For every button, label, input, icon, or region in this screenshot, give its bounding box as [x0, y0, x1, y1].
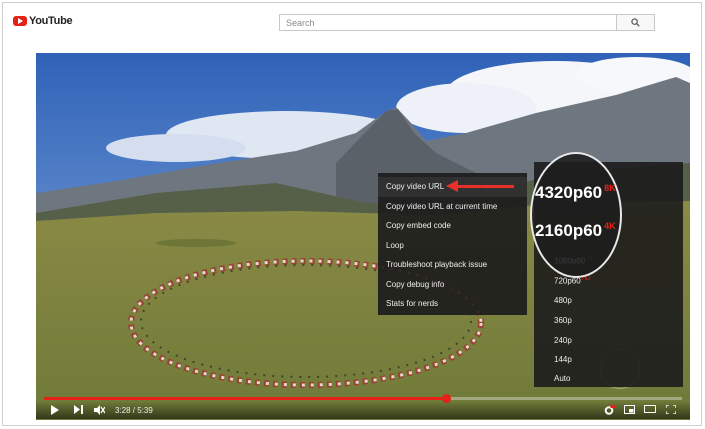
settings-button[interactable]: [603, 405, 615, 416]
menu-item-stats-for-nerds[interactable]: Stats for nerds: [378, 294, 527, 314]
quality-label: 480p: [554, 296, 572, 305]
search-icon: [631, 18, 640, 27]
quality-label: 240p: [554, 336, 572, 345]
fullscreen-button[interactable]: [666, 405, 676, 414]
menu-item-loop[interactable]: Loop: [378, 236, 527, 256]
quality-option[interactable]: 144p: [554, 355, 572, 364]
quality-option[interactable]: 480p: [554, 296, 572, 305]
next-button[interactable]: [74, 405, 83, 414]
quality-option[interactable]: Auto: [554, 374, 570, 383]
time-display: 3:28 / 5:39: [115, 406, 153, 415]
progress-bar[interactable]: [44, 394, 682, 403]
quality-label: 360p: [554, 316, 572, 325]
search-button[interactable]: [617, 14, 655, 31]
play-button[interactable]: [50, 405, 59, 415]
play-logo-icon: [13, 16, 27, 26]
browser-frame: YouTube Search 3:28 / 5:39 Copy video UR…: [2, 2, 702, 426]
logo-text: YouTube: [29, 15, 73, 27]
quality-badge: 8K: [604, 183, 616, 194]
progress-played: [44, 397, 446, 400]
menu-item-copy-debug-info[interactable]: Copy debug info: [378, 275, 527, 295]
quality-label: Auto: [554, 374, 571, 383]
menu-item-troubleshoot[interactable]: Troubleshoot playback issue: [378, 255, 527, 275]
mute-button[interactable]: [94, 405, 105, 415]
quality-label: 144p: [554, 355, 572, 364]
annotation-arrow-head: [446, 180, 458, 192]
menu-item-copy-url-at-time[interactable]: Copy video URL at current time: [378, 197, 527, 217]
magnifier-lens: [530, 152, 622, 278]
next-icon: [74, 405, 83, 414]
quality-option-zoom[interactable]: 2160p60 4K: [535, 221, 616, 241]
quality-option[interactable]: 360p: [554, 316, 572, 325]
quality-option[interactable]: 240p: [554, 336, 572, 345]
youtube-logo[interactable]: YouTube: [13, 15, 73, 27]
theater-mode-button[interactable]: [644, 405, 656, 413]
annotation-arrow-shaft: [456, 185, 514, 188]
volume-muted-icon: [94, 405, 105, 415]
player-controls: 3:28 / 5:39: [36, 401, 690, 419]
play-icon: [51, 405, 59, 415]
quality-badge: 4K: [604, 221, 616, 232]
quality-label: 2160p60: [535, 221, 603, 240]
quality-option-zoom[interactable]: 4320p60 8K: [535, 183, 616, 203]
menu-item-copy-embed-code[interactable]: Copy embed code: [378, 216, 527, 236]
search-input[interactable]: Search: [279, 14, 617, 31]
theater-icon: [644, 405, 656, 413]
miniplayer-icon: [624, 405, 635, 414]
fullscreen-icon: [666, 405, 676, 414]
gear-icon: [604, 405, 615, 415]
miniplayer-button[interactable]: [624, 405, 635, 414]
quality-label: 4320p60: [535, 183, 603, 202]
quality-label: 720p60: [554, 276, 581, 286]
context-menu: Copy video URL Copy video URL at current…: [378, 173, 527, 315]
